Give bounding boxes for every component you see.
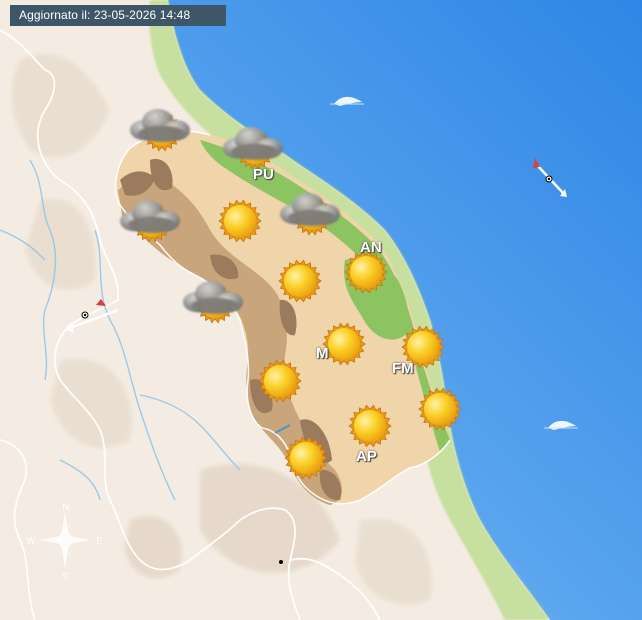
update-timestamp: Aggiornato il: 23-05-2026 14:48 <box>10 5 226 26</box>
city-dot <box>279 560 283 564</box>
compass-e-label: E <box>96 536 102 547</box>
province-label-ap: AP <box>356 448 377 465</box>
province-label-pu: PU <box>253 166 274 183</box>
province-label-an: AN <box>360 239 382 256</box>
map-canvas: N S W E <box>0 0 642 620</box>
weather-map: N S W E Aggiornato il: 23-05-2026 14:48 … <box>0 0 642 620</box>
compass-n-label: N <box>62 502 69 513</box>
province-label-mc: M <box>316 345 329 362</box>
compass-s-label: S <box>62 572 68 583</box>
compass-w-label: W <box>26 536 36 547</box>
province-label-fm: FM <box>392 360 414 377</box>
